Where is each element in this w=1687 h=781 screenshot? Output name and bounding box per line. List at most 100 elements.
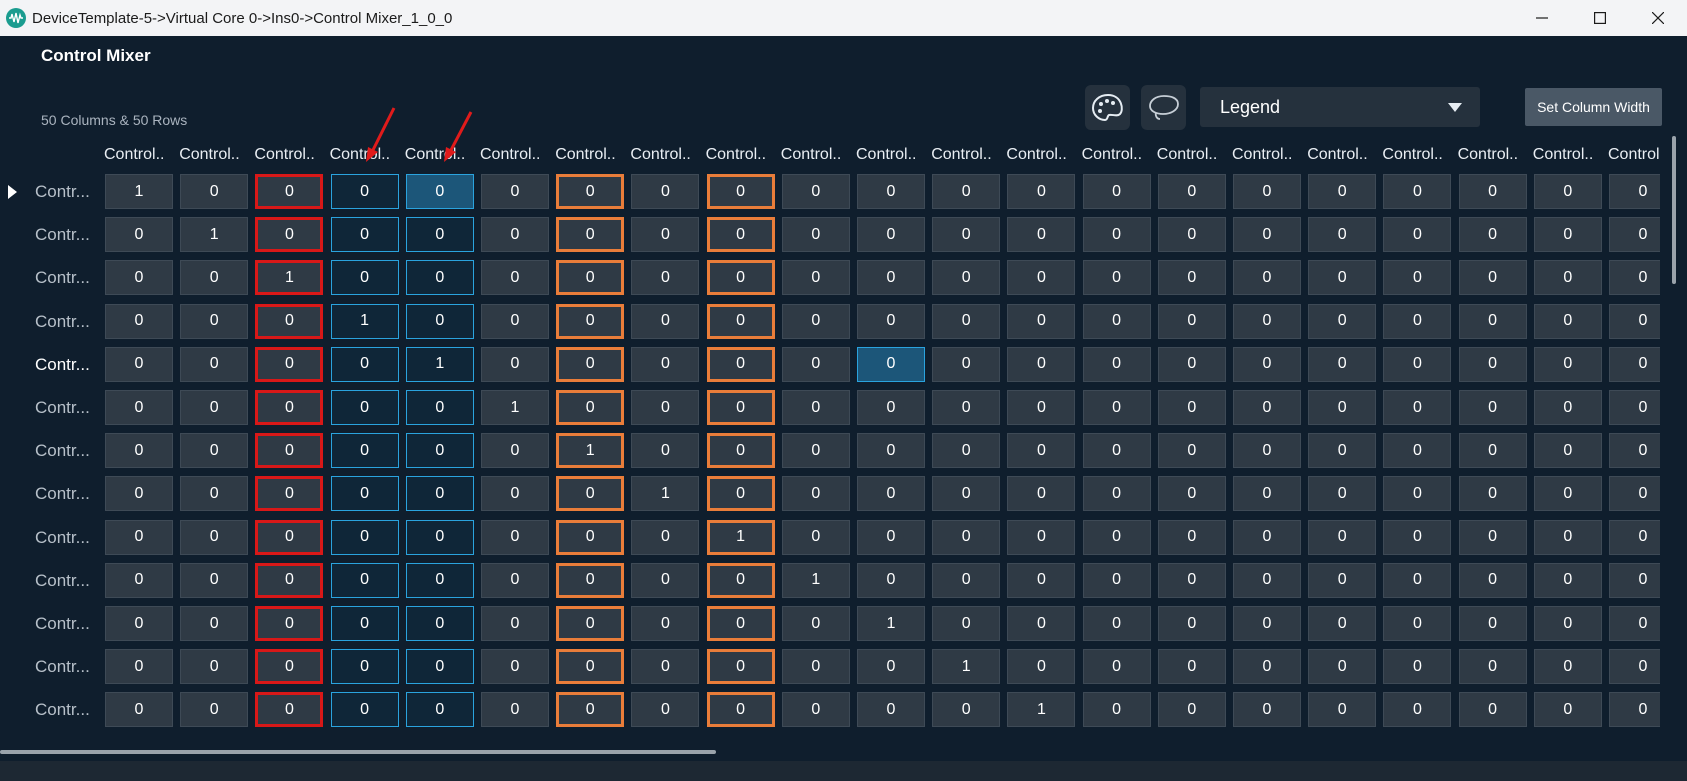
mixer-cell[interactable]: 0 [1233,476,1301,512]
mixer-cell[interactable]: 1 [180,217,249,253]
mixer-cell[interactable]: 1 [781,562,850,598]
mixer-cell[interactable]: 0 [1233,649,1301,685]
mixer-cell[interactable]: 0 [405,519,474,555]
column-header[interactable]: Control.. [1082,146,1154,168]
mixer-cell[interactable]: 0 [706,433,775,469]
mixer-cell[interactable]: 0 [481,519,549,555]
legend-dropdown[interactable]: Legend [1200,87,1480,127]
mixer-cell[interactable]: 0 [932,260,1001,296]
mixer-cell[interactable]: 0 [405,303,474,339]
mixer-cell[interactable]: 0 [1533,519,1602,555]
mixer-cell[interactable]: 0 [781,476,850,512]
mixer-cell[interactable]: 0 [405,390,474,425]
mixer-cell[interactable]: 0 [1308,519,1377,555]
mixer-cell[interactable]: 0 [1157,433,1226,469]
mixer-cell[interactable]: 0 [857,433,925,469]
mixer-cell[interactable]: 0 [857,303,925,339]
mixer-cell[interactable]: 0 [481,433,549,469]
mixer-cell[interactable]: 1 [1007,692,1076,728]
column-header[interactable]: Control.. [254,146,326,168]
mixer-cell[interactable]: 0 [255,519,324,555]
mixer-cell[interactable]: 0 [1308,606,1377,641]
mixer-cell[interactable]: 0 [105,260,173,296]
mixer-cell[interactable]: 0 [481,303,549,339]
mixer-cell[interactable]: 0 [330,346,399,382]
row-header[interactable]: Contr... [35,433,90,469]
mixer-cell[interactable]: 0 [1609,217,1660,253]
mixer-cell[interactable]: 0 [1609,346,1660,382]
mixer-cell[interactable]: 0 [1609,303,1660,339]
mixer-cell[interactable]: 0 [1383,606,1452,641]
mixer-cell[interactable]: 0 [1007,649,1076,685]
mixer-cell[interactable]: 0 [1308,217,1377,253]
mixer-cell[interactable]: 0 [556,606,625,641]
mixer-cell[interactable]: 0 [556,519,625,555]
row-header[interactable]: Contr... [35,390,90,426]
mixer-cell[interactable]: 0 [1233,606,1301,641]
mixer-cell[interactable]: 0 [1383,433,1452,469]
mixer-cell[interactable]: 0 [1609,476,1660,512]
mixer-cell[interactable]: 1 [857,606,925,641]
mixer-cell[interactable]: 0 [1458,390,1527,425]
mixer-cell[interactable]: 0 [330,692,399,728]
mixer-cell[interactable]: 0 [706,217,775,253]
set-column-width-button[interactable]: Set Column Width [1525,88,1662,126]
mixer-cell[interactable]: 0 [556,303,625,339]
column-header[interactable]: Control.. [781,146,853,168]
mixer-cell[interactable]: 0 [1233,562,1301,598]
mixer-cell[interactable]: 0 [631,260,700,296]
mixer-cell[interactable]: 0 [932,174,1001,209]
mixer-cell[interactable]: 0 [1383,217,1452,253]
mixer-cell[interactable]: 0 [1609,390,1660,425]
mixer-cell[interactable]: 0 [706,390,775,425]
close-button[interactable] [1629,0,1687,36]
mixer-cell[interactable]: 0 [255,217,324,253]
mixer-cell[interactable]: 0 [781,174,850,209]
mixer-cell[interactable]: 0 [481,174,549,209]
mixer-cell[interactable]: 0 [330,433,399,469]
mixer-cell[interactable]: 0 [1308,303,1377,339]
mixer-cell[interactable]: 0 [631,433,700,469]
mixer-cell[interactable]: 0 [1233,260,1301,296]
mixer-cell[interactable]: 0 [1458,433,1527,469]
minimize-button[interactable] [1513,0,1571,36]
mixer-cell[interactable]: 0 [255,692,324,728]
mixer-cell[interactable]: 0 [857,390,925,425]
mixer-cell[interactable]: 0 [781,606,850,641]
mixer-cell[interactable]: 0 [105,217,173,253]
mixer-cell[interactable]: 0 [330,519,399,555]
mixer-cell[interactable]: 0 [556,390,625,425]
mixer-cell[interactable]: 0 [706,476,775,512]
mixer-cell[interactable]: 0 [105,303,173,339]
mixer-cell[interactable]: 0 [1383,260,1452,296]
mixer-cell[interactable]: 0 [1007,260,1076,296]
mixer-cell[interactable]: 0 [180,390,249,425]
mixer-cell[interactable]: 0 [105,562,173,598]
mixer-cell[interactable]: 0 [1308,562,1377,598]
mixer-cell[interactable]: 0 [1082,303,1151,339]
mixer-cell[interactable]: 0 [631,692,700,728]
mixer-cell[interactable]: 0 [1233,174,1301,209]
mixer-cell[interactable]: 0 [1082,217,1151,253]
column-header[interactable]: Control.. [330,146,402,168]
mixer-cell[interactable]: 0 [180,519,249,555]
mixer-cell[interactable]: 0 [932,606,1001,641]
vertical-scrollbar[interactable] [1672,136,1676,284]
mixer-cell[interactable]: 0 [1308,692,1377,728]
mixer-cell[interactable]: 0 [1458,174,1527,209]
mixer-cell[interactable]: 0 [1007,390,1076,425]
mixer-cell[interactable]: 1 [330,303,399,339]
mixer-cell[interactable]: 0 [1308,476,1377,512]
mixer-cell[interactable]: 0 [1533,390,1602,425]
mixer-cell[interactable]: 0 [1609,606,1660,641]
mixer-cell[interactable]: 0 [1609,562,1660,598]
mixer-cell[interactable]: 0 [932,433,1001,469]
mixer-cell[interactable]: 0 [857,217,925,253]
mixer-cell[interactable]: 0 [1383,476,1452,512]
mixer-cell[interactable]: 0 [1007,476,1076,512]
mixer-cell[interactable]: 0 [781,303,850,339]
mixer-cell[interactable]: 0 [1157,303,1226,339]
mixer-cell[interactable]: 0 [1082,649,1151,685]
mixer-cell[interactable]: 0 [1007,217,1076,253]
mixer-cell[interactable]: 0 [1233,303,1301,339]
